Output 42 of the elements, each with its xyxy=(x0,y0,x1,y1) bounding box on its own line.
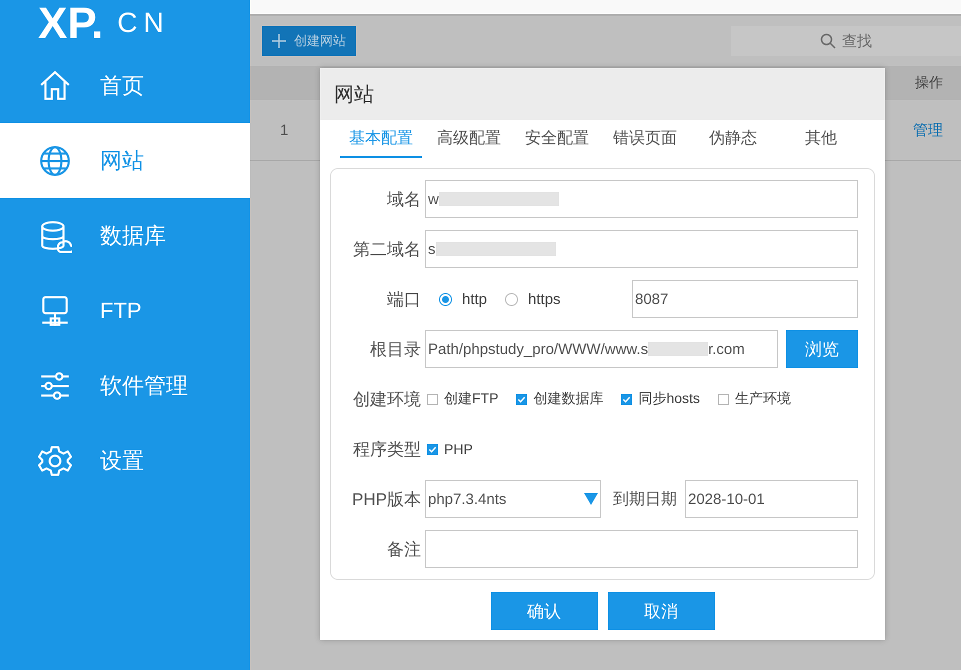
logo-text: XP. xyxy=(38,2,104,46)
search-icon xyxy=(820,33,836,49)
database-icon xyxy=(38,218,72,252)
radio-option[interactable]: https xyxy=(505,290,561,308)
radio-icon[interactable] xyxy=(505,292,518,306)
field-label: 根目录 xyxy=(369,338,421,360)
field-label: 创建环境 xyxy=(352,388,421,410)
checkbox-option[interactable]: 同步hosts xyxy=(621,390,700,408)
text-field[interactable]: w xyxy=(425,180,858,218)
globe-icon xyxy=(38,144,72,178)
plus-icon xyxy=(272,34,286,48)
checkbox-icon[interactable] xyxy=(427,444,438,454)
checkbox-option[interactable]: 生产环境 xyxy=(718,390,791,408)
checkbox-icon[interactable] xyxy=(718,394,729,404)
checkbox-icon[interactable] xyxy=(621,394,632,404)
home-icon xyxy=(38,68,72,102)
checkbox-icon[interactable] xyxy=(516,394,528,404)
dialog-title: 网站 xyxy=(320,68,885,120)
radio-icon[interactable] xyxy=(439,292,452,306)
date-field[interactable]: 2028-10-01 xyxy=(685,480,858,518)
dropdown-arrow-icon xyxy=(584,493,598,505)
text-field[interactable] xyxy=(425,530,858,568)
gear-icon xyxy=(38,444,72,478)
field-label: 到期日期 xyxy=(613,490,677,510)
field-label: 端口 xyxy=(386,288,421,310)
field-label: 备注 xyxy=(386,538,421,560)
text-field[interactable]: s xyxy=(425,230,858,268)
checkbox-option[interactable]: 创建数据库 xyxy=(516,390,604,408)
path-field[interactable]: Path/phpstudy_pro/WWW/www.s r.com xyxy=(425,330,778,368)
checkbox-icon[interactable] xyxy=(427,394,438,404)
field-label: 域名 xyxy=(386,188,421,210)
checkbox-option[interactable]: 创建FTP xyxy=(427,390,498,408)
field-label: PHP版本 xyxy=(351,488,421,510)
field-label: 第二域名 xyxy=(352,238,421,260)
radio-option[interactable]: http xyxy=(439,290,488,308)
table-cell: 1 xyxy=(280,122,288,138)
version-dropdown[interactable]: php7.3.4nts xyxy=(425,480,601,518)
field-label: 程序类型 xyxy=(352,438,421,460)
logo-text: CN xyxy=(117,8,170,38)
port-field[interactable]: 8087 xyxy=(632,280,858,318)
checkbox-option[interactable]: PHP xyxy=(427,441,473,457)
column-header: 操作 xyxy=(915,74,943,92)
